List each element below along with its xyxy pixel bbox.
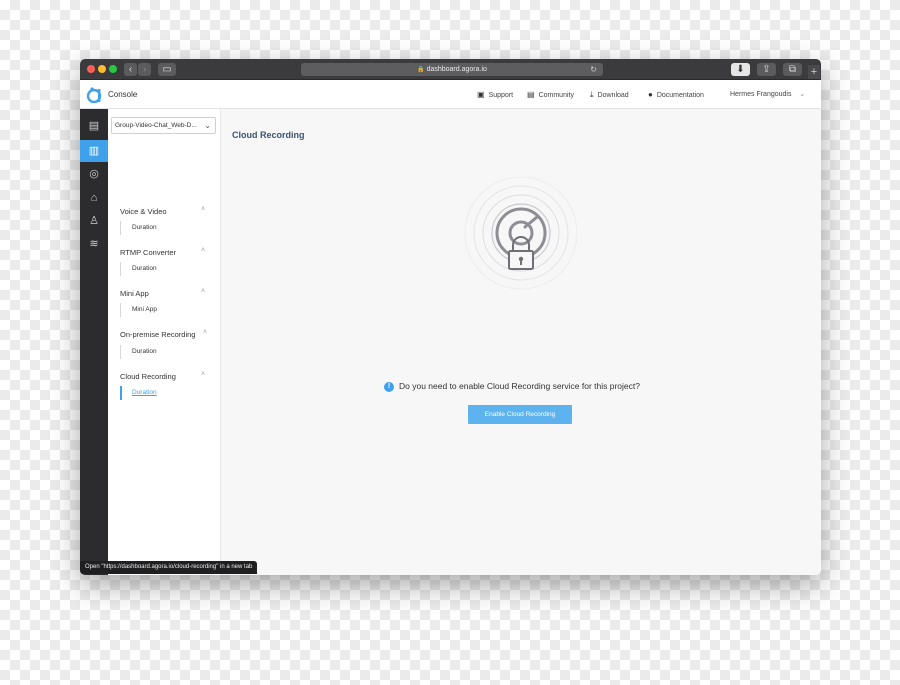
forward-icon[interactable]: › [138, 63, 151, 76]
layers-icon[interactable]: ≋ [80, 233, 108, 255]
share-icon[interactable]: ⇪ [757, 63, 776, 76]
link-status-tooltip: Open "https://dashboard.agora.io/cloud-r… [80, 561, 258, 574]
group-voice-video[interactable]: Voice & Video [120, 207, 167, 216]
group-rtmp-converter[interactable]: RTMP Converter [120, 248, 176, 257]
book-icon: ▣ [477, 90, 485, 99]
user-name: Hermes Frangoudis [730, 91, 792, 98]
new-tab-icon[interactable]: + [808, 65, 820, 79]
usage-sidebar: Group-Video-Chat_Web-D... ⌄ Voice & Vide… [108, 109, 221, 575]
chevron-up-icon[interactable]: ˄ [201, 371, 205, 378]
sidebar-item-voice-video-duration[interactable]: Duration [120, 221, 157, 235]
page-title: Cloud Recording [232, 130, 305, 140]
address-bar[interactable]: 🔒 dashboard.agora.io ↻ [301, 63, 603, 76]
project-select-value: Group-Video-Chat_Web-D... [115, 122, 197, 129]
close-window-button[interactable] [87, 65, 95, 73]
chevron-up-icon[interactable]: ˄ [201, 288, 205, 295]
group-mini-app[interactable]: Mini App [120, 289, 149, 298]
agora-logo-icon[interactable] [86, 86, 102, 103]
user-menu[interactable]: Hermes Frangoudis ⌄ [730, 90, 805, 98]
enable-question: ! Do you need to enable Cloud Recording s… [384, 381, 640, 392]
chevron-down-icon: ⌄ [799, 91, 806, 98]
zoom-window-button[interactable] [109, 65, 117, 73]
nav-community[interactable]: ▤ Community [527, 90, 574, 99]
browser-window: ‹ › ▭ 🔒 dashboard.agora.io ↻ ⬇ ⇪ ⧉ + Cons… [80, 59, 821, 575]
nav-support[interactable]: ▣ Support [477, 90, 513, 99]
help-icon: ● [648, 90, 653, 99]
project-select[interactable]: Group-Video-Chat_Web-D... ⌄ [111, 117, 216, 134]
sidebar-toggle-icon[interactable]: ▭ [158, 63, 176, 76]
info-icon: ! [384, 381, 394, 392]
chevron-down-icon: ⌄ [204, 121, 211, 130]
sidebar-item-rtmp-duration[interactable]: Duration [120, 262, 157, 276]
group-on-premise-recording[interactable]: On-premise Recording [120, 330, 195, 339]
reload-icon[interactable]: ↻ [590, 63, 597, 76]
chevron-up-icon[interactable]: ˄ [203, 329, 207, 336]
sidebar-item-mini-app[interactable]: Mini App [120, 303, 157, 317]
sidebar-item-cloud-recording-duration[interactable]: Duration [120, 386, 157, 400]
sidebar-item-on-premise-duration[interactable]: Duration [120, 345, 157, 359]
chat-icon: ▤ [527, 90, 535, 99]
browser-titlebar: ‹ › ▭ 🔒 dashboard.agora.io ↻ ⬇ ⇪ ⧉ + [80, 59, 821, 80]
chevron-up-icon[interactable]: ˄ [201, 247, 205, 254]
enable-question-text: Do you need to enable Cloud Recording se… [399, 381, 640, 391]
nav-documentation[interactable]: ● Documentation [648, 90, 704, 99]
cloud-recording-lock-illustration [464, 176, 578, 290]
console-label[interactable]: Console [108, 90, 137, 99]
group-cloud-recording[interactable]: Cloud Recording [120, 372, 176, 381]
main-content: Cloud Recording ! Do you need to enable C… [221, 109, 821, 575]
lock-icon: 🔒 [417, 67, 425, 73]
app-header: Console ▣ Support ▤ Community ⤓ Download ● D… [80, 80, 821, 109]
home-icon[interactable]: ⌂ [80, 187, 108, 209]
tabs-overview-icon[interactable]: ⧉ [783, 63, 802, 76]
nav-download[interactable]: ⤓ Download [590, 90, 629, 100]
back-icon[interactable]: ‹ [124, 63, 137, 76]
projects-icon[interactable]: ▤ [80, 115, 108, 137]
chevron-up-icon[interactable]: ˄ [201, 206, 205, 213]
icon-rail: ▤ ▥ ◎ ⌂ ♙ ≋ [80, 109, 108, 575]
enable-cloud-recording-button[interactable]: Enable Cloud Recording [468, 405, 572, 424]
analytics-icon[interactable]: ◎ [80, 163, 108, 185]
members-icon[interactable]: ♙ [80, 210, 108, 232]
downloads-icon[interactable]: ⬇ [731, 63, 750, 76]
minimize-window-button[interactable] [98, 65, 106, 73]
url-text: dashboard.agora.io [426, 66, 487, 73]
download-icon: ⤓ [590, 90, 594, 99]
usage-icon[interactable]: ▥ [80, 140, 108, 162]
